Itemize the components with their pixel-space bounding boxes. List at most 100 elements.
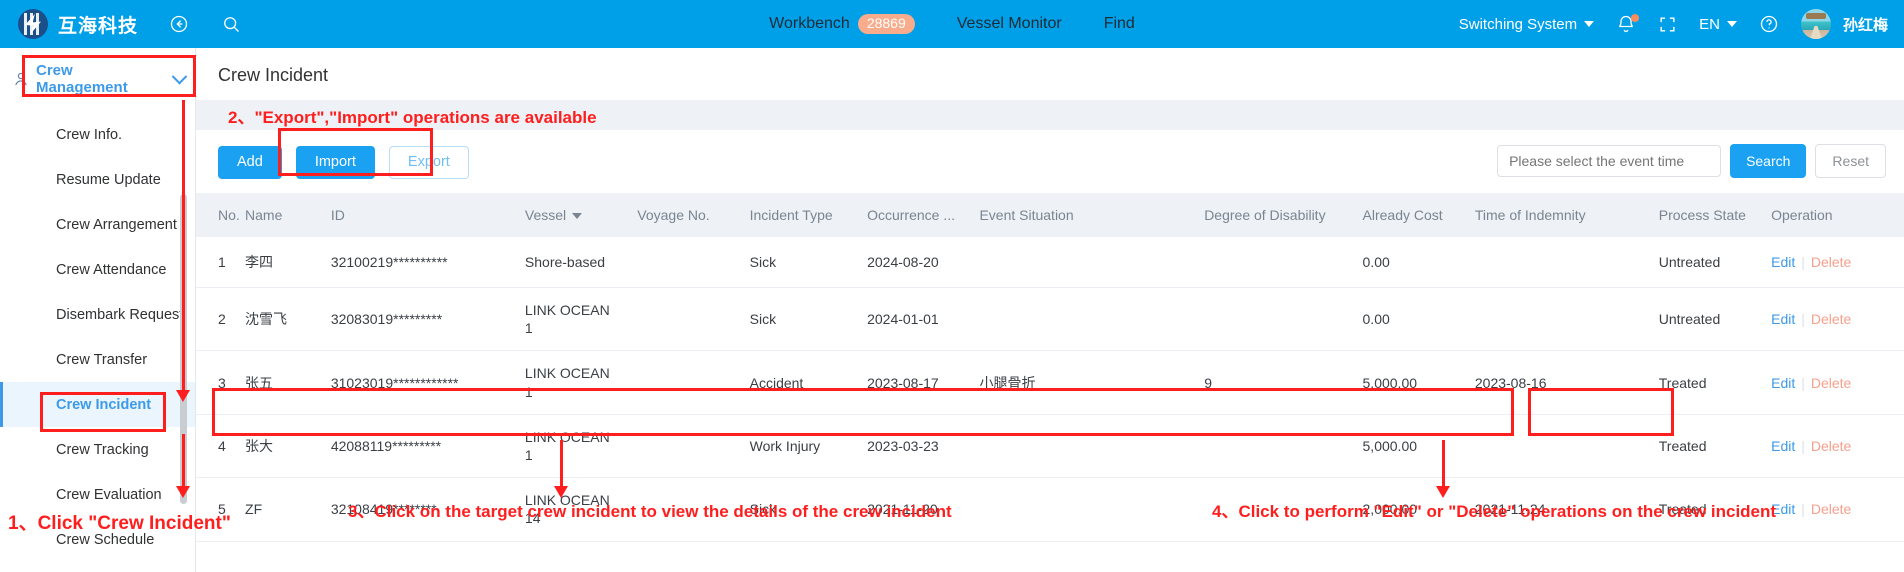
table-row[interactable]: 5 ZF 32108419******** LINK OCEAN 14 Sick…: [196, 477, 1904, 542]
sidebar-group-crew-management[interactable]: Crew Management: [0, 48, 195, 106]
delete-link[interactable]: Delete: [1811, 438, 1851, 454]
nav-item-vessel-monitor[interactable]: Vessel Monitor: [957, 15, 1062, 33]
search-icon[interactable]: [220, 13, 242, 35]
delete-link[interactable]: Delete: [1811, 375, 1851, 391]
edit-link[interactable]: Edit: [1771, 254, 1795, 270]
sidebar-item-resume-update[interactable]: Resume Update: [0, 157, 195, 202]
cell-operation: Edit | Delete: [1771, 236, 1904, 288]
sidebar-item-label: Crew Incident: [56, 396, 152, 413]
cell-occurrence: 2024-01-01: [867, 287, 980, 352]
operation-separator: |: [1801, 374, 1805, 391]
table-header: No. Name ID Vessel Voyage No. Incident T…: [196, 192, 1904, 237]
workbench-count-badge: 28869: [857, 14, 915, 34]
brand-name: 互海科技: [58, 15, 139, 37]
user-menu[interactable]: 孙红梅: [1800, 9, 1888, 39]
operation-separator: |: [1801, 501, 1805, 518]
export-button[interactable]: Export: [388, 146, 469, 179]
col-vessel[interactable]: Vessel: [524, 192, 638, 237]
cell-vessel: LINK OCEAN 14: [524, 477, 638, 542]
cell-voyage: [637, 477, 750, 542]
cell-cost: 0.00: [1362, 236, 1475, 288]
cell-cost: 5,000.00: [1362, 414, 1475, 479]
sort-caret-icon[interactable]: [572, 212, 583, 219]
add-button[interactable]: Add: [218, 146, 282, 179]
col-occurrence: Occurrence ...: [867, 192, 980, 237]
nav-label-vessel-monitor: Vessel Monitor: [956, 15, 1062, 32]
col-process-state: Process State: [1658, 192, 1772, 237]
cell-occurrence: 2023-03-23: [867, 414, 980, 479]
app-root: 互海科技 Workbench 28869 Vessel Monitor Find…: [0, 0, 1904, 572]
cell-occurrence: 2021-11-20: [867, 477, 980, 542]
sidebar-item-crew-tracking[interactable]: Crew Tracking: [0, 427, 195, 472]
cell-event-situation: [979, 477, 1205, 542]
help-button[interactable]: [1759, 14, 1779, 34]
sidebar-item-crew-schedule[interactable]: Crew Schedule: [0, 517, 195, 562]
table-row[interactable]: 2 沈雪飞 32083019********* LINK OCEAN 1 Sic…: [196, 287, 1904, 352]
chevron-down-icon: [171, 68, 188, 84]
table-row[interactable]: 3 张五 31023019************ LINK OCEAN 1 A…: [196, 350, 1904, 415]
cell-occurrence: 2024-08-20: [867, 236, 980, 288]
delete-link[interactable]: Delete: [1811, 254, 1851, 270]
operation-separator: |: [1801, 311, 1805, 328]
fullscreen-button[interactable]: [1658, 15, 1677, 34]
company-logo-icon: [18, 9, 48, 39]
sidebar-item-label: Disembark Request: [56, 306, 184, 323]
cell-no: 2: [196, 287, 246, 352]
import-button[interactable]: Import: [295, 146, 375, 179]
event-time-input[interactable]: [1497, 145, 1722, 177]
edit-link[interactable]: Edit: [1771, 438, 1795, 454]
cell-no: 4: [196, 414, 246, 479]
nav-item-find[interactable]: Find: [1104, 15, 1135, 33]
cell-disability: [1204, 287, 1363, 352]
col-id: ID: [330, 192, 525, 237]
cell-disability: [1204, 477, 1363, 542]
delete-link[interactable]: Delete: [1811, 501, 1851, 517]
nav-item-workbench[interactable]: Workbench 28869: [769, 14, 915, 34]
cell-voyage: [637, 414, 750, 479]
sidebar-item-label: Crew Schedule: [56, 531, 155, 548]
cell-incident-type: Work Injury: [749, 414, 868, 479]
brand[interactable]: 互海科技: [0, 9, 138, 39]
language-selector[interactable]: EN: [1699, 16, 1737, 33]
back-arrow-icon[interactable]: [168, 13, 190, 35]
cell-incident-type: Sick: [749, 236, 868, 288]
sidebar-item-disembark-request[interactable]: Disembark Request: [0, 292, 195, 337]
table-header-row: No. Name ID Vessel Voyage No. Incident T…: [196, 192, 1904, 237]
notifications-button[interactable]: [1616, 14, 1640, 34]
col-already-cost: Already Cost: [1362, 192, 1475, 237]
table-row[interactable]: 1 李四 32100219********** Shore-based Sick…: [196, 236, 1904, 288]
sidebar-item-label: Crew Transfer: [56, 351, 148, 368]
sidebar-scrollbar[interactable]: [180, 194, 187, 504]
crew-incident-table: No. Name ID Vessel Voyage No. Incident T…: [196, 192, 1904, 542]
edit-link[interactable]: Edit: [1771, 375, 1795, 391]
cell-name: 张五: [245, 350, 331, 415]
edit-link[interactable]: Edit: [1771, 311, 1795, 327]
cell-indemnity-time: 2021-11-24: [1474, 477, 1659, 542]
search-button[interactable]: Search: [1730, 144, 1807, 178]
sidebar-item-crew-attendance[interactable]: Crew Attendance: [0, 247, 195, 292]
switching-system-dropdown[interactable]: Switching System: [1459, 16, 1595, 33]
edit-link[interactable]: Edit: [1771, 501, 1795, 517]
table-row[interactable]: 4 张大 42088119********* LINK OCEAN 1 Work…: [196, 414, 1904, 479]
sidebar-item-crew-incident[interactable]: Crew Incident: [0, 382, 195, 427]
cell-voyage: [637, 350, 750, 415]
col-time-of-indemnity: Time of Indemnity: [1474, 192, 1659, 237]
cell-voyage: [637, 287, 750, 352]
delete-link[interactable]: Delete: [1811, 311, 1851, 327]
sidebar-item-crew-evaluation[interactable]: Crew Evaluation: [0, 472, 195, 517]
cell-event-situation: [979, 236, 1205, 288]
sidebar-item-crew-info[interactable]: Crew Info.: [0, 112, 195, 157]
status-badge: Untreated: [1658, 287, 1772, 352]
cell-id: 42088119*********: [330, 414, 525, 479]
cell-operation: Edit | Delete: [1771, 350, 1904, 415]
col-operation: Operation: [1771, 192, 1904, 237]
sidebar-item-crew-transfer[interactable]: Crew Transfer: [0, 337, 195, 382]
sidebar-item-crew-arrangement[interactable]: Crew Arrangement: [0, 202, 195, 247]
cell-voyage: [637, 236, 750, 288]
status-badge: Treated: [1658, 414, 1772, 479]
sidebar-item-label: Crew Tracking: [56, 441, 149, 458]
language-label: EN: [1699, 15, 1720, 33]
sidebar-item-label: Crew Info.: [56, 126, 123, 143]
reset-button[interactable]: Reset: [1815, 144, 1886, 178]
sidebar-item-label: Resume Update: [56, 171, 161, 188]
